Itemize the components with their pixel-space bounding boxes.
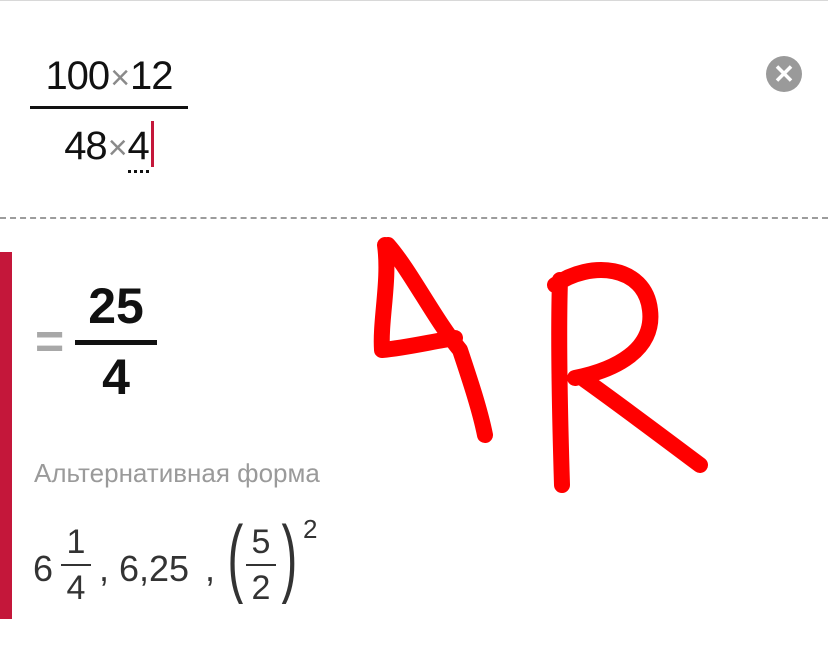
numerator-factor-1: 100 <box>45 54 110 98</box>
times-symbol: × <box>107 129 128 167</box>
top-border <box>0 0 828 1</box>
open-paren: ( <box>227 509 244 605</box>
result-numerator: 25 <box>88 278 144 334</box>
text-caret <box>150 121 154 167</box>
mixed-numerator: 1 <box>66 523 86 561</box>
power-fraction-bar <box>246 564 276 566</box>
mixed-denominator: 4 <box>66 569 86 607</box>
denominator-factor-2[interactable]: 4 <box>127 124 150 173</box>
alternative-form-label: Альтернативная форма <box>34 458 320 488</box>
result-denominator: 4 <box>102 349 130 405</box>
mixed-fraction: 1 4 <box>61 522 91 608</box>
mixed-fraction-bar <box>61 564 91 566</box>
numerator-factor-2: 12 <box>130 54 173 98</box>
mixed-whole: 6 <box>33 548 54 589</box>
close-paren: ) <box>281 509 298 605</box>
input-denominator: 48×4 <box>30 121 188 173</box>
clear-button[interactable]: ✕ <box>766 56 802 92</box>
result-fraction[interactable]: 25 4 <box>75 278 157 405</box>
input-numerator: 100×12 <box>30 52 188 102</box>
decimal-form: 6,25 <box>119 548 190 589</box>
times-symbol: × <box>110 59 130 97</box>
result-fraction-bar <box>75 340 157 345</box>
handwritten-annotation <box>373 237 708 493</box>
denominator-factor-1: 48 <box>64 124 107 168</box>
power-base-fraction: 5 2 <box>246 522 276 608</box>
power-denominator: 2 <box>251 569 271 607</box>
result-accent-bar <box>0 252 12 619</box>
close-circle-icon: ✕ <box>773 59 795 89</box>
section-divider <box>0 217 828 219</box>
exponent: 2 <box>303 514 318 544</box>
input-fraction-bar <box>30 106 188 109</box>
separator: , <box>99 548 110 589</box>
separator: , <box>205 548 216 589</box>
equals-sign: = <box>35 313 65 369</box>
annotation-stroke-a <box>373 237 493 443</box>
annotation-stroke-r <box>547 262 708 493</box>
power-numerator: 5 <box>251 523 271 561</box>
expression-input[interactable]: 100×12 48×4 <box>30 52 188 173</box>
